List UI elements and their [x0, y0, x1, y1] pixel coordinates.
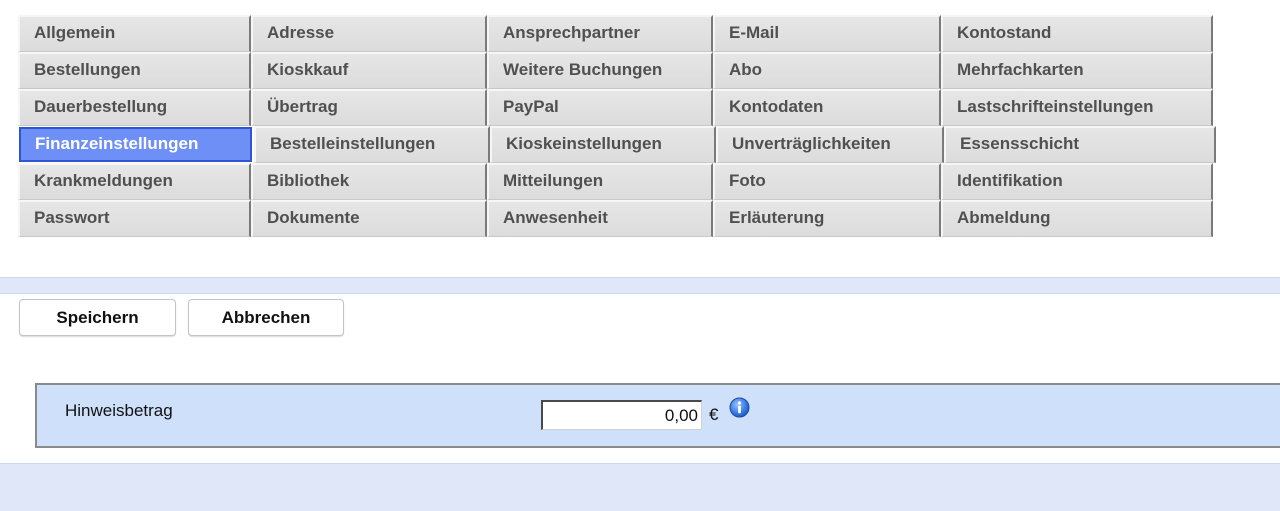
- tab-mehrfachkarten[interactable]: Mehrfachkarten: [941, 52, 1213, 89]
- tab-row: Passwort Dokumente Anwesenheit Erläuteru…: [18, 200, 1216, 237]
- tab-lastschrifteinstellungen[interactable]: Lastschrifteinstellungen: [941, 89, 1213, 126]
- tab-adresse[interactable]: Adresse: [251, 15, 487, 52]
- tab-passwort[interactable]: Passwort: [18, 200, 251, 237]
- tab-bestellungen[interactable]: Bestellungen: [18, 52, 251, 89]
- hint-amount-label: Hinweisbetrag: [65, 401, 173, 420]
- footer-band: [0, 463, 1280, 511]
- tab-foto[interactable]: Foto: [713, 163, 941, 200]
- finance-settings-panel: Hinweisbetrag €: [35, 383, 1280, 448]
- tab-row: Finanzeinstellungen Bestelleinstellungen…: [18, 126, 1216, 163]
- tab-kontodaten[interactable]: Kontodaten: [713, 89, 941, 126]
- tab-row: Allgemein Adresse Ansprechpartner E-Mail…: [18, 15, 1216, 52]
- tab-unvertraeglichkeiten[interactable]: Unverträglichkeiten: [716, 126, 944, 163]
- tab-dokumente[interactable]: Dokumente: [251, 200, 487, 237]
- tab-grid: Allgemein Adresse Ansprechpartner E-Mail…: [18, 15, 1216, 237]
- tab-kioskeinstellungen[interactable]: Kioskeinstellungen: [490, 126, 716, 163]
- tab-bestelleinstellungen[interactable]: Bestelleinstellungen: [254, 126, 490, 163]
- currency-symbol: €: [709, 405, 719, 424]
- tab-row: Krankmeldungen Bibliothek Mitteilungen F…: [18, 163, 1216, 200]
- tab-erlaeuterung[interactable]: Erläuterung: [713, 200, 941, 237]
- tab-allgemein[interactable]: Allgemein: [18, 15, 251, 52]
- tab-paypal[interactable]: PayPal: [487, 89, 713, 126]
- tab-email[interactable]: E-Mail: [713, 15, 941, 52]
- tab-ansprechpartner[interactable]: Ansprechpartner: [487, 15, 713, 52]
- tab-essensschicht[interactable]: Essensschicht: [944, 126, 1216, 163]
- cancel-button[interactable]: Abbrechen: [188, 299, 344, 336]
- tab-row: Bestellungen Kioskkauf Weitere Buchungen…: [18, 52, 1216, 89]
- tab-krankmeldungen[interactable]: Krankmeldungen: [18, 163, 251, 200]
- tab-weitere-buchungen[interactable]: Weitere Buchungen: [487, 52, 713, 89]
- tab-abmeldung[interactable]: Abmeldung: [941, 200, 1213, 237]
- hint-amount-input[interactable]: [541, 400, 702, 430]
- tab-kioskkauf[interactable]: Kioskkauf: [251, 52, 487, 89]
- save-button[interactable]: Speichern: [19, 299, 176, 336]
- tab-uebertrag[interactable]: Übertrag: [251, 89, 487, 126]
- tab-anwesenheit[interactable]: Anwesenheit: [487, 200, 713, 237]
- tab-kontostand[interactable]: Kontostand: [941, 15, 1213, 52]
- tab-mitteilungen[interactable]: Mitteilungen: [487, 163, 713, 200]
- tab-finanzeinstellungen[interactable]: Finanzeinstellungen: [19, 127, 252, 162]
- info-icon[interactable]: [729, 397, 750, 418]
- separator-band: [0, 277, 1280, 294]
- tab-abo[interactable]: Abo: [713, 52, 941, 89]
- tab-identifikation[interactable]: Identifikation: [941, 163, 1213, 200]
- tab-bibliothek[interactable]: Bibliothek: [251, 163, 487, 200]
- tab-dauerbestellung[interactable]: Dauerbestellung: [18, 89, 251, 126]
- tab-row: Dauerbestellung Übertrag PayPal Kontodat…: [18, 89, 1216, 126]
